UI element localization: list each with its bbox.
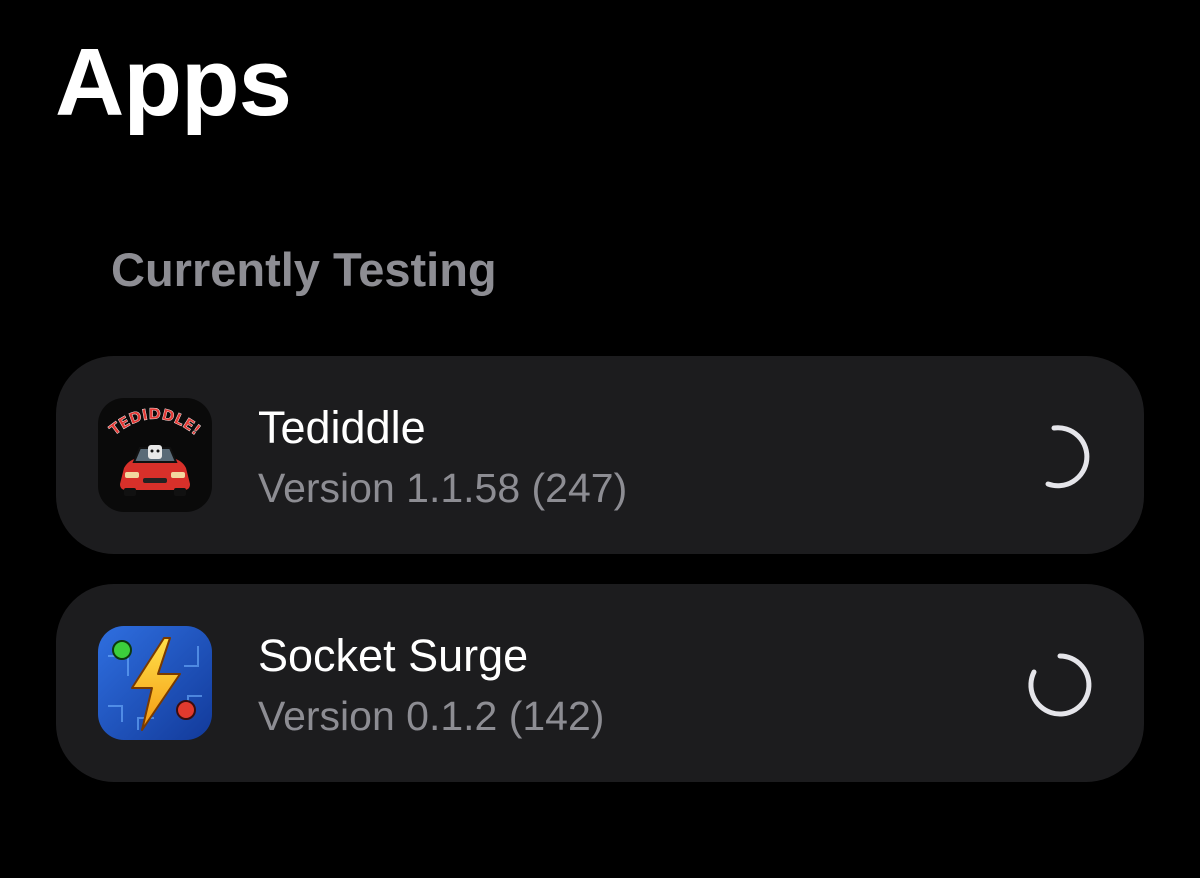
tediddle-app-icon: TEDIDDLE! [98, 398, 212, 512]
app-version: Version 0.1.2 (142) [258, 693, 605, 739]
app-name: Tediddle [258, 402, 426, 453]
app-row-tediddle[interactable]: TEDIDDLE! Tediddle Version 1.1.58 (247) [56, 356, 1144, 554]
loading-spinner-icon [1045, 425, 1090, 489]
section-header: Currently Testing [111, 243, 497, 296]
socket-surge-app-icon [98, 626, 212, 740]
loading-spinner-icon [1028, 653, 1092, 717]
app-version: Version 1.1.58 (247) [258, 465, 628, 511]
app-row-socket-surge[interactable]: Socket Surge Version 0.1.2 (142) [56, 584, 1144, 782]
page-title: Apps [55, 29, 292, 136]
app-name: Socket Surge [258, 630, 529, 681]
